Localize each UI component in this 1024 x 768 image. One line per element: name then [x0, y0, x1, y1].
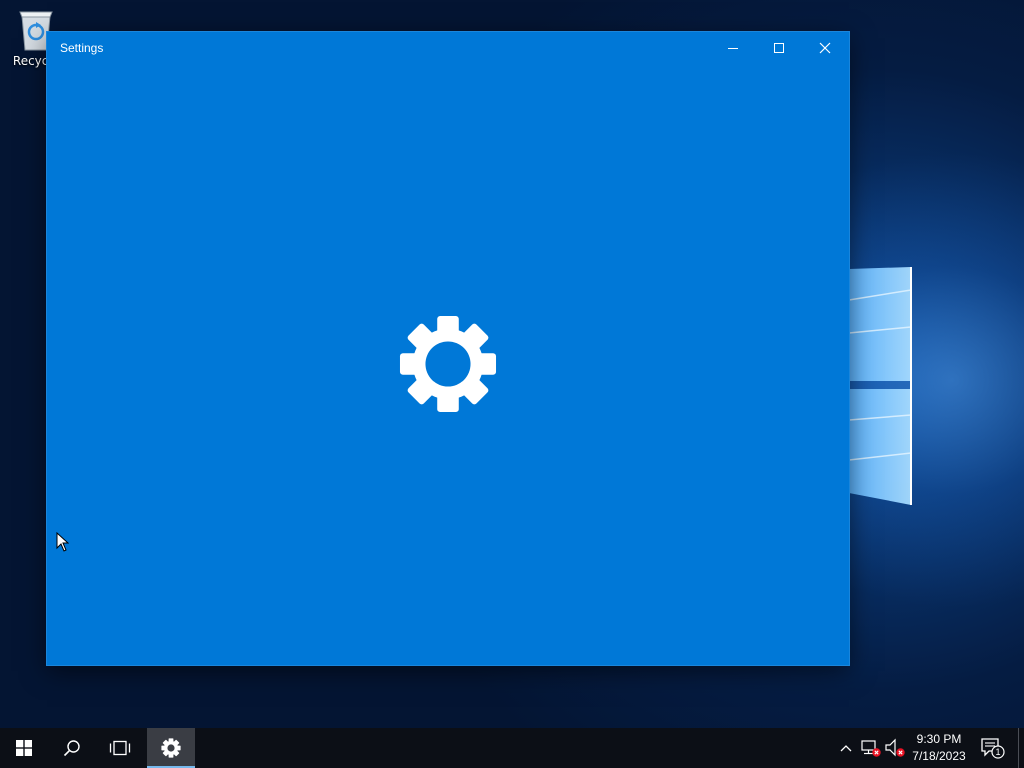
desktop: Recycle Settings 9:30 PM 7/18/2023 1: [0, 0, 1024, 768]
show-hidden-icons-button[interactable]: [836, 738, 856, 758]
mouse-pointer-icon: [56, 532, 69, 552]
taskbar-clock[interactable]: 9:30 PM 7/18/2023: [906, 731, 972, 765]
close-button[interactable]: [802, 32, 848, 63]
search-icon: [63, 740, 80, 757]
show-desktop-button[interactable]: [1018, 728, 1024, 768]
taskbar: 9:30 PM 7/18/2023 1: [0, 728, 1024, 768]
volume-tray-button[interactable]: [884, 738, 906, 758]
clock-time: 9:30 PM: [916, 732, 962, 746]
task-view-icon: [109, 740, 131, 756]
clock-date: 7/18/2023: [912, 749, 966, 763]
maximize-button[interactable]: [756, 32, 802, 63]
notification-count-badge: 1: [995, 747, 1001, 757]
window-titlebar[interactable]: Settings: [47, 32, 849, 63]
action-center-button[interactable]: 1: [978, 736, 1006, 760]
chevron-up-icon: [840, 745, 852, 752]
volume-muted-icon: [885, 738, 905, 757]
windows-logo-wallpaper: [849, 267, 912, 505]
window-title: Settings: [60, 41, 104, 55]
minimize-button[interactable]: [710, 32, 756, 63]
taskbar-settings-app[interactable]: [147, 728, 195, 768]
start-button[interactable]: [0, 728, 48, 768]
settings-gear-icon: [161, 738, 181, 758]
settings-window[interactable]: Settings: [47, 32, 849, 665]
task-view-button[interactable]: [96, 728, 144, 768]
maximize-icon: [774, 42, 784, 53]
start-icon: [16, 740, 32, 756]
network-disconnected-icon: [861, 740, 881, 757]
gear-icon: [399, 315, 497, 413]
close-icon: [819, 42, 831, 53]
search-button[interactable]: [48, 728, 96, 768]
minimize-icon: [728, 47, 738, 49]
network-tray-button[interactable]: [860, 738, 882, 758]
